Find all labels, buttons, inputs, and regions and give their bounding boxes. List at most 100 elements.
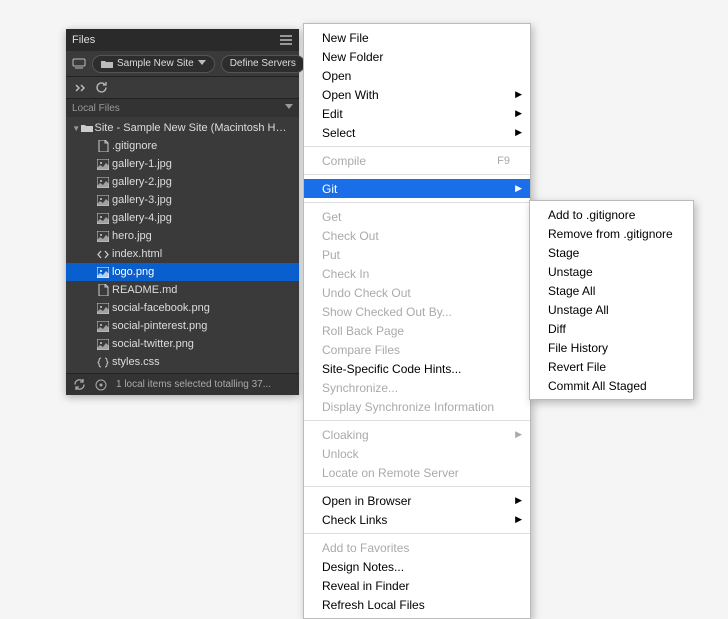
tree-item[interactable]: index.html (66, 245, 299, 263)
menu-item-label: Compile (322, 154, 497, 168)
submenu-arrow-icon: ▶ (515, 514, 522, 525)
context-menu-separator (304, 486, 530, 487)
menu-item-label: Commit All Staged (548, 379, 673, 393)
tree-item[interactable]: gallery-4.jpg (66, 209, 299, 227)
tree-item[interactable]: logo.png (66, 263, 299, 281)
image-icon (96, 339, 110, 350)
tree-item[interactable]: gallery-1.jpg (66, 155, 299, 173)
context-menu-item[interactable]: Open in Browser▶ (304, 491, 530, 510)
panel-menu-icon[interactable] (279, 33, 293, 47)
git-submenu-item[interactable]: Stage (530, 243, 693, 262)
context-menu-item: Show Checked Out By... (304, 302, 530, 321)
refresh-icon[interactable] (94, 81, 108, 95)
file-icon (96, 284, 110, 296)
menu-item-label: Site-Specific Code Hints... (322, 362, 510, 376)
context-menu-item: Roll Back Page (304, 321, 530, 340)
context-menu-item: CompileF9 (304, 151, 530, 170)
sync-icon[interactable] (72, 378, 86, 392)
tree-item[interactable]: .gitignore (66, 137, 299, 155)
file-name: social-twitter.png (112, 338, 194, 350)
tree-item[interactable]: social-pinterest.png (66, 317, 299, 335)
context-menu-item[interactable]: Refresh Local Files (304, 595, 530, 614)
context-menu-separator (304, 420, 530, 421)
tree-item[interactable]: social-facebook.png (66, 299, 299, 317)
context-menu-item[interactable]: Reveal in Finder (304, 576, 530, 595)
tree-item[interactable]: README.md (66, 281, 299, 299)
git-submenu-item[interactable]: Unstage (530, 262, 693, 281)
folder-icon (81, 123, 93, 133)
menu-item-label: Remove from .gitignore (548, 227, 673, 241)
git-submenu-item[interactable]: Diff (530, 319, 693, 338)
menu-item-label: Check Out (322, 229, 510, 243)
context-menu-item[interactable]: Design Notes... (304, 557, 530, 576)
context-menu-item[interactable]: Git▶ (304, 179, 530, 198)
site-selector[interactable]: Sample New Site (92, 55, 215, 73)
context-menu-item: Compare Files (304, 340, 530, 359)
image-icon (96, 159, 110, 170)
file-name: index.html (112, 248, 162, 260)
git-submenu-item[interactable]: Unstage All (530, 300, 693, 319)
menu-item-label: Stage All (548, 284, 673, 298)
menu-item-label: Compare Files (322, 343, 510, 357)
file-name: .gitignore (112, 140, 157, 152)
define-servers-button[interactable]: Define Servers (221, 55, 305, 73)
git-submenu-item[interactable]: Remove from .gitignore (530, 224, 693, 243)
menu-item-label: Open in Browser (322, 494, 510, 508)
context-menu-item[interactable]: Open With▶ (304, 85, 530, 104)
submenu-arrow-icon: ▶ (515, 127, 522, 138)
file-tree: ▼ Site - Sample New Site (Macintosh HD:U… (66, 117, 299, 373)
file-name: gallery-1.jpg (112, 158, 172, 170)
git-submenu-item[interactable]: Commit All Staged (530, 376, 693, 395)
section-header[interactable]: Local Files (66, 99, 299, 117)
menu-item-label: Open (322, 69, 510, 83)
context-menu-item[interactable]: Select▶ (304, 123, 530, 142)
panel-title: Files (72, 34, 95, 46)
context-menu-item: Cloaking▶ (304, 425, 530, 444)
context-menu-item[interactable]: Edit ▶ (304, 104, 530, 123)
menu-item-label: Roll Back Page (322, 324, 510, 338)
file-name: gallery-2.jpg (112, 176, 172, 188)
menu-item-label: Put (322, 248, 510, 262)
tree-item[interactable]: hero.jpg (66, 227, 299, 245)
image-icon (96, 177, 110, 188)
git-submenu-item[interactable]: Stage All (530, 281, 693, 300)
tree-root[interactable]: ▼ Site - Sample New Site (Macintosh HD:U… (66, 119, 299, 137)
menu-item-label: Refresh Local Files (322, 598, 510, 612)
menu-item-label: Add to .gitignore (548, 208, 673, 222)
context-menu-separator (304, 146, 530, 147)
context-menu-item[interactable]: Site-Specific Code Hints... (304, 359, 530, 378)
git-submenu-item[interactable]: File History (530, 338, 693, 357)
tree-item[interactable]: social-twitter.png (66, 335, 299, 353)
submenu-arrow-icon: ▶ (515, 89, 522, 100)
menu-item-label: Reveal in Finder (322, 579, 510, 593)
context-menu-item[interactable]: Check Links▶ (304, 510, 530, 529)
file-name: gallery-3.jpg (112, 194, 172, 206)
file-name: gallery-4.jpg (112, 212, 172, 224)
menu-item-label: Unstage (548, 265, 673, 279)
context-menu-separator (304, 533, 530, 534)
context-menu-item[interactable]: New File (304, 28, 530, 47)
tree-item[interactable]: styles.css (66, 353, 299, 371)
menu-item-label: Revert File (548, 360, 673, 374)
git-submenu-item[interactable]: Add to .gitignore (530, 205, 693, 224)
menu-item-label: New Folder (322, 50, 510, 64)
disclosure-icon[interactable]: ▼ (72, 124, 81, 133)
submenu-arrow-icon: ▶ (515, 108, 522, 119)
context-menu-item[interactable]: Open (304, 66, 530, 85)
connect-icon[interactable] (72, 81, 86, 95)
context-menu: New FileNew FolderOpenOpen With▶Edit▶Sel… (303, 23, 531, 619)
git-submenu-item[interactable]: Revert File (530, 357, 693, 376)
menu-item-label: Edit (322, 107, 510, 121)
tree-item[interactable]: gallery-2.jpg (66, 173, 299, 191)
submenu-arrow-icon: ▶ (515, 183, 522, 194)
git-submenu: Add to .gitignore Remove from .gitignore S… (529, 200, 694, 400)
ftp-icon[interactable] (72, 57, 86, 71)
context-menu-item: Unlock (304, 444, 530, 463)
context-menu-item[interactable]: New Folder (304, 47, 530, 66)
context-menu-separator (304, 174, 530, 175)
log-icon[interactable] (94, 378, 108, 392)
menu-item-label: Cloaking (322, 428, 510, 442)
tree-item[interactable]: gallery-3.jpg (66, 191, 299, 209)
context-menu-item: Add to Favorites (304, 538, 530, 557)
context-menu-separator (304, 202, 530, 203)
